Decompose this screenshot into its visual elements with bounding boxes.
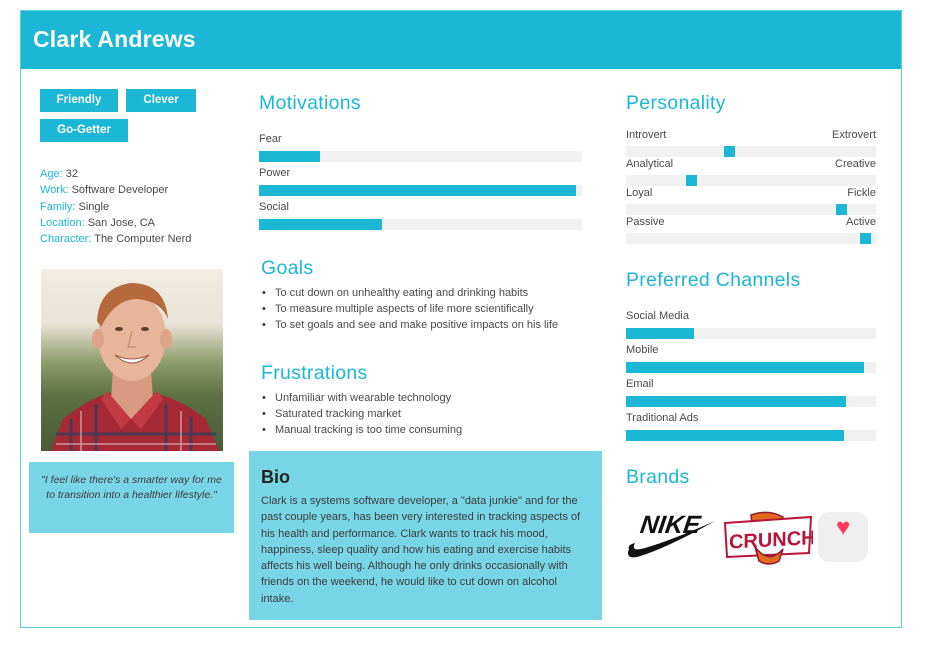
crunch-logo: CRUNCH [723,509,816,565]
scale-track [626,204,876,215]
scale-marker [686,175,697,186]
scale-right-label: Extrovert [831,129,876,141]
channel-label: Email [626,378,654,390]
scale-marker [836,204,847,215]
scale-track [626,146,876,157]
scale-right-label: Active [846,216,876,228]
fact-age: Age: 32 [40,168,78,180]
apple-health-icon: ♥ [818,512,868,562]
channel-track [626,430,876,441]
motivations-title: Motivations [259,92,361,114]
channel-fill [626,396,846,407]
motivation-fill [259,219,382,230]
frustration-item: Saturated tracking market [261,406,601,422]
frustration-item: Manual tracking is too time consuming [261,422,601,438]
channel-track [626,362,876,373]
goals-list: To cut down on unhealthy eating and drin… [261,285,601,334]
channel-track [626,328,876,339]
frustration-item: Unfamiliar with wearable technology [261,390,601,406]
tag-go-getter: Go-Getter [40,119,128,142]
bio-title: Bio [261,467,290,487]
channel-fill [626,362,864,373]
heart-icon: ♥ [836,514,851,541]
channel-label: Social Media [626,310,689,322]
scale-right-label: Fickle [847,187,876,199]
portrait-image [51,283,219,451]
fact-family: Family: Single [40,200,110,213]
fact-work: Work: Software Developer [40,184,169,197]
fact-character: Character: The Computer Nerd [40,233,192,246]
channels-title: Preferred Channels [626,269,801,291]
goals-title: Goals [261,257,314,279]
scale-right-label: Creative [835,158,876,170]
motivation-label: Power [259,167,291,179]
channel-label: Traditional Ads [626,412,699,424]
persona-name: Clark Andrews [33,26,196,52]
nike-wordmark: NIKE [639,511,704,539]
personality-title: Personality [626,92,726,114]
motivation-label: Social [259,201,289,213]
motivation-label: Fear [259,133,282,145]
motivation-track [259,219,582,230]
persona-quote: "I feel like there's a smarter way for m… [29,462,234,533]
bio-text: Clark is a systems software developer, a… [261,495,581,605]
scale-marker [860,233,871,244]
goal-item: To measure multiple aspects of life more… [261,301,601,317]
frustrations-title: Frustrations [261,362,368,384]
persona-card: Clark Andrews Friendly Clever Go-Getter … [20,10,902,628]
channel-fill [626,430,844,441]
channel-label: Mobile [626,344,659,356]
crunch-wordmark: CRUNCH [729,527,813,554]
motivation-fill [259,185,576,196]
channel-track [626,396,876,407]
persona-header: Clark Andrews [21,11,901,69]
tag-friendly: Friendly [40,89,118,112]
scale-track [626,175,876,186]
tag-clever: Clever [126,89,196,112]
persona-photo [41,269,223,451]
motivation-fill [259,151,320,162]
persona-facts: Age: 32 Work: Software Developer Family:… [40,166,191,247]
frustrations-list: Unfamiliar with wearable technology Satu… [261,390,601,439]
brands-title: Brands [626,466,690,488]
nike-logo: NIKE [625,507,717,561]
goal-item: To cut down on unhealthy eating and drin… [261,285,601,301]
scale-track [626,233,876,244]
fact-location: Location: San Jose, CA [40,216,155,229]
motivation-track [259,185,582,196]
bio-panel: Bio Clark is a systems software develope… [249,451,602,620]
goal-item: To set goals and see and make positive i… [261,317,601,333]
motivation-track [259,151,582,162]
scale-marker [724,146,735,157]
channel-fill [626,328,694,339]
